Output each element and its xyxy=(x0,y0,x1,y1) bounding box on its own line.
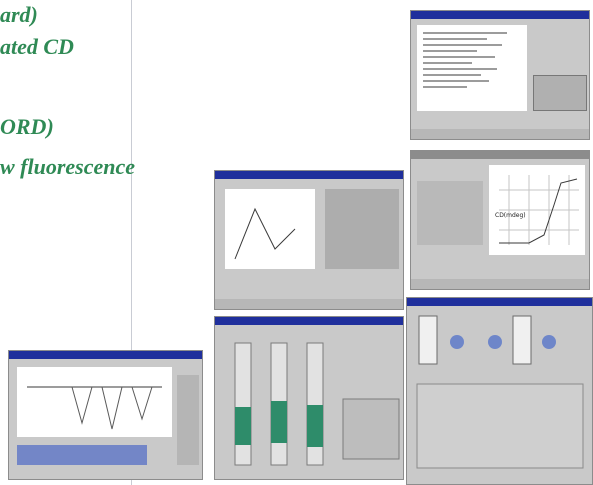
text-list-lines xyxy=(423,32,507,88)
cd-plot-label: CD(mdeg) xyxy=(495,212,526,219)
slider-group xyxy=(234,342,400,466)
headline-text: ard) ated CD ORD) w fluorescence xyxy=(0,0,230,200)
status-bar xyxy=(215,299,403,309)
window-titlebar xyxy=(411,11,589,19)
headline-line-3: ORD) xyxy=(0,114,54,139)
screenshot-bottom-right xyxy=(406,297,593,485)
cd-controls-panel xyxy=(417,181,483,245)
screenshot-top-right-1 xyxy=(410,10,590,140)
middle-plot xyxy=(234,207,296,260)
spectrum-table xyxy=(17,445,147,465)
cd-plot: CD(mdeg) xyxy=(495,175,579,245)
headline-line-1: ard) xyxy=(0,2,38,27)
controls-diagram xyxy=(416,315,584,469)
screenshot-middle-2 xyxy=(214,316,404,480)
status-bar xyxy=(411,279,589,289)
screenshot-middle-1 xyxy=(214,170,404,310)
screenshot-top-right-2: CD(mdeg) xyxy=(410,150,590,290)
spectrum-plot xyxy=(27,386,162,430)
window-titlebar xyxy=(411,151,589,159)
window-titlebar xyxy=(9,351,202,359)
cd-plot-area: CD(mdeg) xyxy=(489,165,585,255)
side-dialog-box xyxy=(533,75,587,111)
status-bar xyxy=(411,129,589,139)
middle-side-panel xyxy=(325,189,399,269)
screenshot-bottom-left xyxy=(8,350,203,480)
spectrum-button-column xyxy=(177,375,199,465)
spectrum-plot-area xyxy=(17,367,172,437)
headline-line-4: w fluorescence xyxy=(0,154,136,179)
headline-line-2: ated CD xyxy=(0,34,74,59)
middle-plot-area xyxy=(225,189,315,269)
text-list-panel xyxy=(417,25,527,111)
window-titlebar xyxy=(215,171,403,179)
